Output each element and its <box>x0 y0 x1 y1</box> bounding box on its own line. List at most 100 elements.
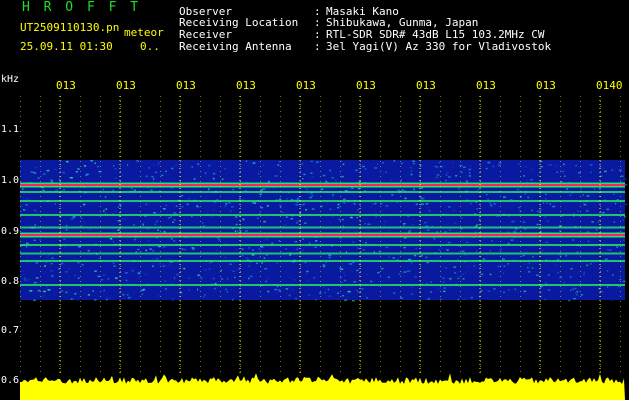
grid-dot <box>600 206 601 207</box>
grid-dot <box>120 351 121 352</box>
grid-dot <box>440 116 441 117</box>
grid-dot <box>440 321 441 322</box>
grid-dot <box>480 336 481 337</box>
grid-dot <box>160 236 161 237</box>
counter-label: 0.. <box>140 40 160 53</box>
grid-dot <box>200 196 201 197</box>
noise-speckle <box>81 264 84 266</box>
noise-speckle <box>619 179 621 182</box>
signal-line-medium <box>20 191 625 193</box>
noise-speckle <box>373 188 376 190</box>
grid-dot <box>400 166 401 167</box>
grid-dot <box>400 276 401 277</box>
grid-dot <box>180 356 181 357</box>
grid-dot <box>240 196 241 197</box>
grid-dot <box>80 231 81 232</box>
grid-dot <box>400 286 401 287</box>
grid-dot <box>220 106 221 107</box>
grid-dot <box>560 346 561 347</box>
noise-speckle <box>403 271 407 273</box>
noise-speckle <box>278 198 282 201</box>
grid-dot <box>260 141 261 142</box>
grid-dot <box>60 166 61 167</box>
noise-speckle <box>64 245 66 248</box>
grid-dot <box>220 101 221 102</box>
grid-dot <box>280 311 281 312</box>
grid-dot <box>340 131 341 132</box>
grid-dot <box>200 186 201 187</box>
grid-dot <box>620 296 621 297</box>
noise-speckle <box>135 193 137 196</box>
noise-speckle <box>48 175 50 177</box>
noise-speckle <box>297 220 300 223</box>
noise-speckle <box>192 248 195 250</box>
grid-dot <box>320 296 321 297</box>
noise-speckle <box>35 277 39 279</box>
grid-dot <box>280 186 281 187</box>
freq-tick-0.9: 0.9 <box>1 226 20 237</box>
noise-speckle <box>553 250 556 252</box>
grid-dot <box>300 256 301 257</box>
grid-dot <box>380 341 381 342</box>
grid-dot <box>180 136 181 137</box>
noise-speckle <box>587 240 590 243</box>
grid-dot <box>140 101 141 102</box>
grid-dot <box>520 166 521 167</box>
grid-dot <box>340 236 341 237</box>
noise-speckle <box>130 291 132 294</box>
noise-speckle <box>580 188 582 190</box>
grid-dot <box>440 346 441 347</box>
grid-dot <box>160 146 161 147</box>
grid-dot <box>140 176 141 177</box>
grid-dot <box>260 226 261 227</box>
noise-speckle <box>77 262 80 264</box>
grid-dot <box>80 221 81 222</box>
grid-dot <box>540 321 541 322</box>
noise-speckle <box>598 189 602 191</box>
grid-dot <box>620 131 621 132</box>
grid-dot <box>280 106 281 107</box>
grid-dot <box>420 326 421 327</box>
grid-dot <box>580 371 581 372</box>
grid-dot <box>240 136 241 137</box>
grid-dot <box>460 171 461 172</box>
grid-dot <box>540 331 541 332</box>
noise-speckle <box>83 165 87 167</box>
noise-speckle <box>188 289 190 291</box>
grid-dot <box>540 286 541 287</box>
noise-speckle <box>50 262 53 265</box>
noise-speckle <box>248 247 250 249</box>
noise-speckle <box>226 278 229 280</box>
noise-speckle <box>341 218 344 221</box>
noise-speckle <box>546 202 548 204</box>
noise-speckle <box>328 254 332 257</box>
noise-speckle <box>385 171 388 174</box>
grid-dot <box>620 271 621 272</box>
noise-speckle <box>308 166 312 168</box>
noise-speckle <box>235 223 238 226</box>
grid-dot <box>520 121 521 122</box>
noise-speckle <box>115 277 118 279</box>
grid-dot <box>460 186 461 187</box>
grid-dot <box>620 256 621 257</box>
noise-speckle <box>344 299 346 302</box>
noise-speckle <box>612 274 614 276</box>
noise-speckle <box>266 205 269 207</box>
grid-dot <box>340 221 341 222</box>
grid-dot <box>560 266 561 267</box>
noise-speckle <box>279 289 282 291</box>
grid-dot <box>620 366 621 367</box>
grid-dot <box>160 101 161 102</box>
noise-speckle <box>150 189 153 191</box>
noise-speckle <box>415 170 418 173</box>
noise-speckle <box>409 229 411 232</box>
grid-dot <box>140 266 141 267</box>
grid-dot <box>340 271 341 272</box>
grid-dot <box>540 181 541 182</box>
grid-dot <box>340 201 341 202</box>
noise-speckle <box>622 239 625 241</box>
grid-dot <box>260 151 261 152</box>
grid-dot <box>100 196 101 197</box>
grid-dot <box>320 346 321 347</box>
noise-speckle <box>237 217 239 219</box>
